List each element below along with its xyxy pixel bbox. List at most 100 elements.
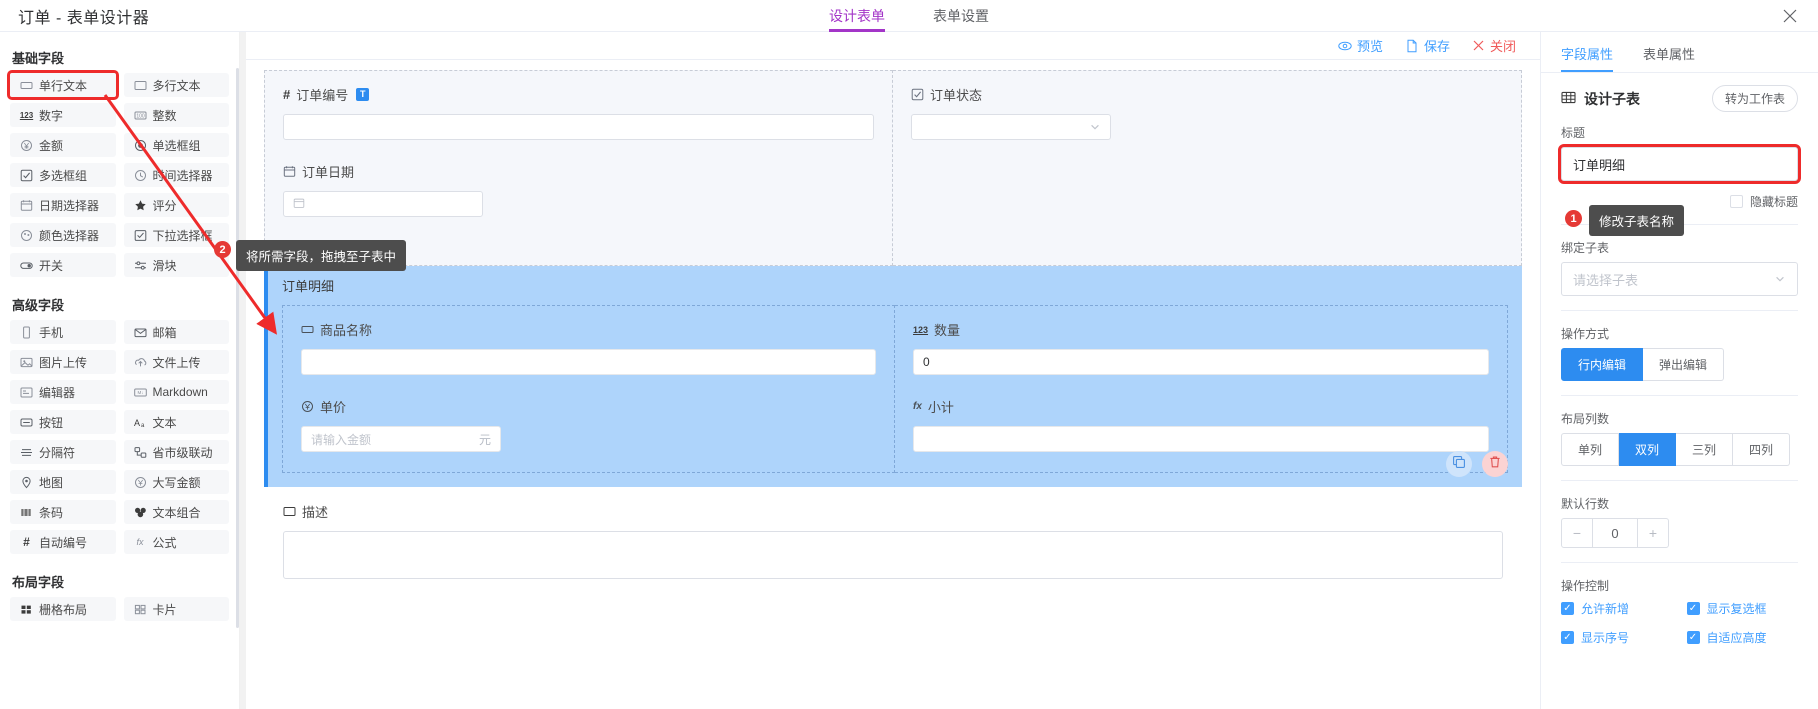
annotation-tooltip-1-text: 修改子表名称 <box>1599 215 1675 229</box>
palette-item-color-picker[interactable]: 颜色选择器 <box>10 223 116 247</box>
palette-item-radio-group[interactable]: 单选框组 <box>123 133 229 157</box>
operation-mode-popup[interactable]: 弹出编辑 <box>1643 348 1725 381</box>
default-rows-decrement[interactable]: − <box>1561 518 1593 548</box>
tab-form-settings[interactable]: 表单设置 <box>933 9 989 32</box>
palette-item-single-line-text[interactable]: 单行文本 <box>7 70 119 100</box>
palette-item-time-picker[interactable]: 时间选择器 <box>123 163 229 187</box>
quantity-input[interactable]: 0 <box>913 349 1489 375</box>
delete-row-button[interactable] <box>1482 451 1508 477</box>
order-no-input[interactable] <box>283 114 874 140</box>
save-button[interactable]: 保存 <box>1405 36 1450 55</box>
tab-form-properties[interactable]: 表单属性 <box>1643 44 1695 72</box>
palette-item-button[interactable]: 按钮 <box>10 410 116 434</box>
palette-item-email[interactable]: 邮箱 <box>123 320 229 344</box>
field-description-cell[interactable]: 描述 <box>264 487 1522 580</box>
palette-item-formula[interactable]: fx 公式 <box>123 530 229 554</box>
divider-3 <box>1561 395 1798 396</box>
cascader-region-icon <box>134 446 147 459</box>
copy-row-button[interactable] <box>1446 451 1472 477</box>
order-date-input[interactable] <box>283 191 483 217</box>
show-index-label: 显示序号 <box>1581 631 1630 645</box>
unit-price-input[interactable]: 请输入金额 元 <box>301 426 501 452</box>
palette-item-barcode[interactable]: 条码 <box>10 500 116 524</box>
palette-item-markdown[interactable]: M↓ Markdown <box>123 380 229 404</box>
palette-item-text[interactable]: Aa 文本 <box>123 410 229 434</box>
close-x-icon <box>1472 39 1485 52</box>
auto-height-row[interactable]: ✓ 自适应高度 <box>1686 629 1799 646</box>
operation-mode-inline[interactable]: 行内编辑 <box>1561 348 1644 381</box>
auto-height-checkbox[interactable]: ✓ <box>1686 631 1700 644</box>
description-textarea[interactable] <box>283 531 1503 579</box>
palette-item-card[interactable]: 卡片 <box>123 597 229 621</box>
field-order-no-cell[interactable]: # 订单编号 T 订单日期 <box>264 70 893 266</box>
palette-item-map[interactable]: 地图 <box>10 470 116 494</box>
palette-item-editor[interactable]: 编辑器 <box>10 380 116 404</box>
palette-item-image-upload[interactable]: 图片上传 <box>10 350 116 374</box>
bind-subtable-select[interactable]: 请选择子表 <box>1561 262 1798 296</box>
page-title: 订单 - 表单设计器 <box>18 9 150 27</box>
tab-field-properties[interactable]: 字段属性 <box>1561 44 1614 72</box>
palette-item-switch[interactable]: 开关 <box>10 253 116 277</box>
annotation-tooltip-1: 修改子表名称 <box>1589 205 1685 236</box>
hide-title-checkbox-row[interactable]: 隐藏标题 <box>1729 193 1798 210</box>
convert-to-worksheet-button[interactable]: 转为工作表 <box>1711 85 1798 112</box>
palette-item-file-upload[interactable]: 文件上传 <box>123 350 229 374</box>
default-rows-value[interactable]: 0 <box>1593 518 1637 548</box>
show-checkbox-checkbox[interactable]: ✓ <box>1686 602 1700 615</box>
subtable-cell-left[interactable]: 商品名称 单价 请输入金额 元 <box>282 305 895 473</box>
palette-item-grid-layout[interactable]: 栅格布局 <box>10 597 116 621</box>
calendar-icon <box>293 197 305 212</box>
show-index-row[interactable]: ✓ 显示序号 <box>1561 629 1673 646</box>
layout-columns-one[interactable]: 单列 <box>1561 433 1620 466</box>
layout-columns-four[interactable]: 四列 <box>1733 433 1791 466</box>
subtable-title-input[interactable]: 订单明细 <box>1558 144 1801 184</box>
field-quantity-label: 数量 <box>934 323 961 338</box>
layout-columns-three[interactable]: 三列 <box>1676 433 1734 466</box>
subtotal-input[interactable] <box>913 426 1489 452</box>
product-name-input[interactable] <box>301 349 876 375</box>
palette-item-region-cascader[interactable]: 省市级联动 <box>123 440 229 464</box>
palette-item-slider[interactable]: 滑块 <box>123 253 229 277</box>
tab-design-form[interactable]: 设计表单 <box>829 9 885 32</box>
markdown-icon: M↓ <box>133 386 147 399</box>
palette-item-capital-amount[interactable]: 大写金额 <box>123 470 229 494</box>
palette-item-phone[interactable]: 手机 <box>10 320 116 344</box>
palette-scrollbar[interactable] <box>236 68 239 628</box>
field-order-status-cell[interactable]: 订单状态 <box>893 70 1522 266</box>
palette-item-label: 多选框组 <box>39 168 88 183</box>
palette-item-text-combo[interactable]: 文本组合 <box>123 500 229 524</box>
show-index-checkbox[interactable]: ✓ <box>1561 631 1574 644</box>
star-rate-icon <box>134 199 147 212</box>
rich-editor-icon <box>20 386 33 399</box>
palette-item-rate[interactable]: 评分 <box>123 193 229 217</box>
layout-columns-label: 布局列数 <box>1561 412 1610 426</box>
preview-button[interactable]: 预览 <box>1338 36 1383 55</box>
palette-item-multi-line-text[interactable]: 多行文本 <box>123 73 229 97</box>
palette-item-integer[interactable]: 100 整数 <box>123 103 229 127</box>
form-row-1: # 订单编号 T 订单日期 订单状态 <box>264 70 1522 266</box>
subtable-container[interactable]: 订单明细 商品名称 单价 请输入金额 元 123 数量 0 fx 小计 <box>264 266 1522 487</box>
layout-columns-two[interactable]: 双列 <box>1619 433 1677 466</box>
palette-item-select-dropdown[interactable]: 下拉选择框 <box>123 223 229 247</box>
subtable-cell-right[interactable]: 123 数量 0 fx 小计 <box>895 305 1508 473</box>
palette-item-date-picker[interactable]: 日期选择器 <box>10 193 116 217</box>
palette-item-number[interactable]: 123 数字 <box>10 103 116 127</box>
svg-text:A: A <box>134 418 140 428</box>
allow-add-checkbox[interactable]: ✓ <box>1561 602 1574 615</box>
multi-line-text-icon <box>283 505 296 518</box>
palette-item-auto-number[interactable]: # 自动编号 <box>10 530 116 554</box>
show-checkbox-row[interactable]: ✓ 显示复选框 <box>1686 600 1799 617</box>
hide-title-checkbox[interactable] <box>1729 195 1743 208</box>
allow-add-row[interactable]: ✓ 允许新增 <box>1561 600 1673 617</box>
order-status-select[interactable] <box>911 114 1111 140</box>
close-icon[interactable] <box>1780 6 1800 26</box>
default-rows-increment[interactable]: + <box>1637 518 1669 548</box>
palette-item-label: 多行文本 <box>152 78 201 93</box>
palette-item-amount[interactable]: 金额 <box>10 133 116 157</box>
palette-item-label: 文本组合 <box>152 505 201 520</box>
palette-item-divider[interactable]: 分隔符 <box>10 440 116 464</box>
close-button[interactable]: 关闭 <box>1472 36 1516 55</box>
palette-item-checkbox-group[interactable]: 多选框组 <box>10 163 116 187</box>
close-label: 关闭 <box>1489 39 1516 54</box>
field-order-no-label: 订单编号 <box>296 88 349 103</box>
